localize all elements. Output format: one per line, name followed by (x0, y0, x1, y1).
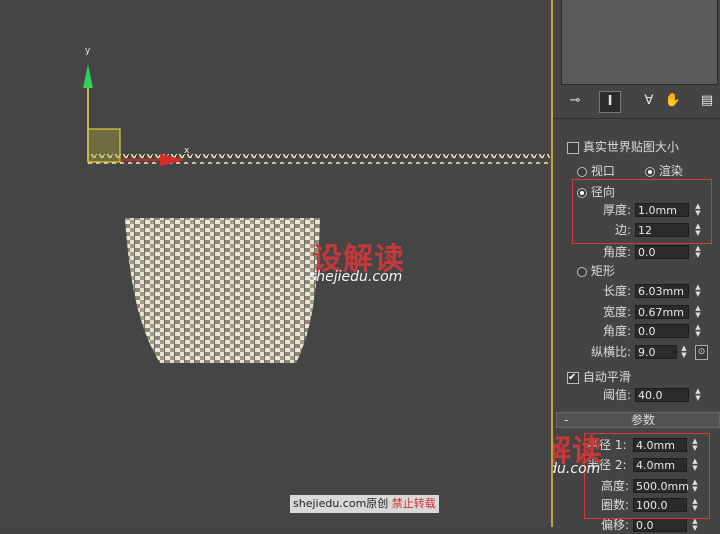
aspect-label: 纵横比: (591, 345, 632, 359)
credit-bar: shejiedu.com原创 禁止转载 (290, 495, 439, 513)
render-radio-row[interactable]: 渲染 (645, 162, 683, 180)
rollout-collapse-icon[interactable]: - (564, 413, 568, 427)
axis-y-label: y (85, 46, 91, 56)
real-world-map-size-row[interactable]: 真实世界贴图大小 (567, 138, 679, 156)
length-label: 长度: (603, 284, 632, 298)
length-spinner[interactable]: ▲ ▼ (693, 284, 703, 298)
woven-vase-model (125, 218, 320, 363)
threshold-spinner[interactable]: ▲ ▼ (693, 388, 703, 402)
width-input[interactable]: 0.67mm (635, 305, 689, 319)
bias-spinner[interactable]: ▲ ▼ (690, 518, 700, 532)
gizmo-plane-square (87, 128, 121, 163)
rect-angle-label: 角度: (603, 324, 632, 338)
watermark-domain-center: shejiedu.com (309, 269, 403, 285)
watermark-domain-panel: shejiedu.com (553, 461, 601, 477)
viewport-radio[interactable] (577, 166, 587, 177)
highlight-box-radial (572, 179, 712, 244)
auto-smooth-label: 自动平滑 (582, 370, 631, 384)
aspect-input[interactable]: 9.0 (635, 345, 677, 359)
rectangular-radio-label: 矩形 (590, 264, 615, 278)
credit-warning: 禁止转载 (391, 497, 436, 510)
funnel-icon[interactable]: ∀ (639, 91, 659, 111)
rectangular-radio-row[interactable]: 矩形 (577, 262, 615, 280)
render-radio-label: 渲染 (658, 164, 683, 178)
rectangular-radio[interactable] (577, 266, 587, 277)
perspective-viewport[interactable]: y x 设解读 shejiedu.com shejiedu.com原创 禁止转载 (0, 0, 553, 527)
radial-angle-label: 角度: (603, 245, 632, 259)
axis-x-label: x (184, 146, 190, 156)
aspect-spinner[interactable]: ▲ ▼ (679, 345, 689, 359)
modifier-stack-toolbar: ⊸ Ⅰ ∀ ✋ ▤ (553, 90, 720, 113)
aspect-lock-icon[interactable]: ⊙ (695, 345, 708, 360)
rect-angle-spinner[interactable]: ▲ ▼ (693, 324, 703, 338)
pin-icon[interactable]: ⊸ (565, 91, 585, 111)
object-preview-area (561, 0, 718, 85)
radial-angle-spinner[interactable]: ▲ ▼ (693, 245, 703, 259)
width-label: 宽度: (603, 305, 632, 319)
bias-input[interactable]: 0.0 (633, 518, 687, 532)
parameters-rollout-title: 参数 (631, 413, 656, 427)
render-radio[interactable] (645, 166, 655, 177)
threshold-input[interactable]: 40.0 (635, 388, 689, 402)
threshold-label: 阈值: (603, 388, 632, 402)
axis-y-arrow (83, 64, 93, 88)
auto-smooth-row[interactable]: 自动平滑 (567, 368, 631, 387)
modify-stack-icon[interactable]: Ⅰ (599, 91, 621, 113)
viewport-scene (83, 64, 550, 363)
rect-angle-input[interactable]: 0.0 (635, 324, 689, 338)
viewport-radio-row[interactable]: 视口 (577, 162, 615, 180)
width-spinner[interactable]: ▲ ▼ (693, 305, 703, 319)
viewport-radio-label: 视口 (590, 164, 615, 178)
radial-angle-input[interactable]: 0.0 (635, 245, 689, 259)
real-world-map-size-checkbox[interactable] (567, 141, 579, 154)
length-input[interactable]: 6.03mm (635, 284, 689, 298)
helix-spring (88, 154, 550, 164)
command-panel: ⊸ Ⅰ ∀ ✋ ▤ 真实世界贴图大小 视口 渲染 径向 厚度: 1.0mm ▲ ▼… (553, 0, 720, 534)
configure-icon[interactable]: ▤ (697, 91, 717, 111)
real-world-map-size-label: 真实世界贴图大小 (582, 140, 679, 154)
credit-site: shejiedu.com原创 (293, 497, 389, 510)
hand-icon[interactable]: ✋ (663, 91, 683, 111)
auto-smooth-checkbox[interactable] (567, 369, 579, 387)
